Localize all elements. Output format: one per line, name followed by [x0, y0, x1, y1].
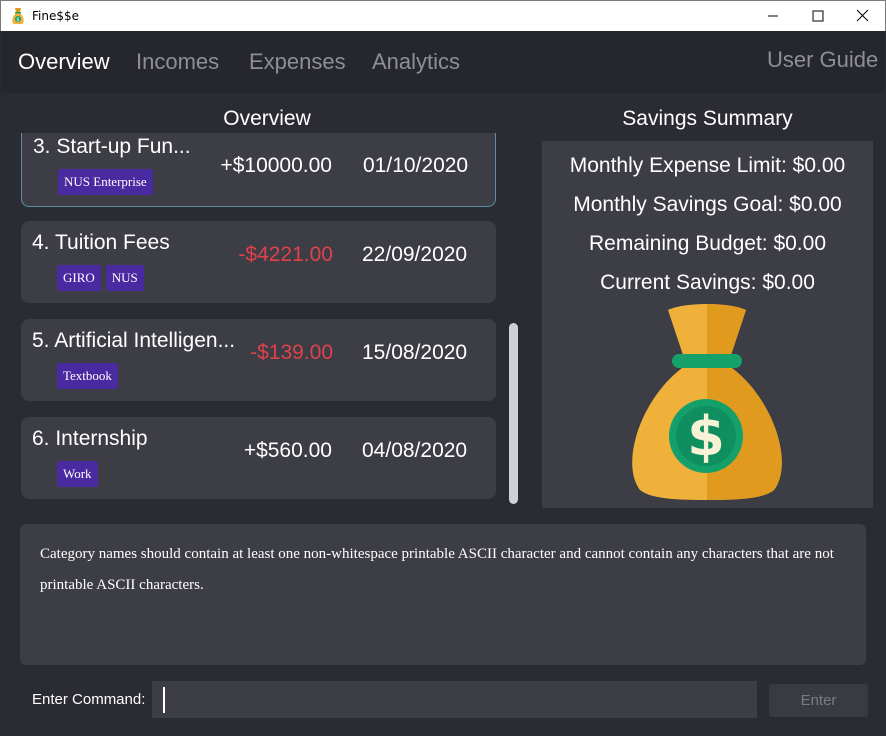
close-button[interactable] [840, 1, 886, 31]
remaining-budget: Remaining Budget: $0.00 [589, 232, 826, 255]
scrollbar-thumb[interactable] [509, 323, 518, 504]
svg-text:$: $ [16, 17, 19, 23]
transaction-card[interactable]: 4. Tuition Fees -$4221.00 22/09/2020 GIR… [21, 221, 496, 303]
tab-bar: Overview Incomes Expenses Analytics User… [1, 31, 885, 93]
command-input[interactable] [152, 681, 757, 718]
text-caret [163, 687, 165, 713]
tag-list: GIRO NUS [57, 265, 144, 291]
app-window: Overview Incomes Expenses Analytics User… [1, 31, 885, 735]
tag-list: NUS Enterprise [58, 169, 153, 195]
money-bag-app-icon: $ [12, 8, 24, 24]
tag-list: Textbook [57, 363, 118, 389]
transaction-card[interactable]: 5. Artificial Intelligen... -$139.00 15/… [21, 319, 496, 401]
category-tag: GIRO [57, 265, 101, 291]
svg-text:$: $ [687, 405, 725, 468]
category-tag: Textbook [57, 363, 118, 389]
user-guide-button[interactable]: User Guide [767, 47, 878, 73]
maximize-icon [812, 10, 824, 22]
savings-summary-panel: Monthly Expense Limit: $0.00 Monthly Sav… [542, 141, 873, 508]
monthly-expense-limit: Monthly Expense Limit: $0.00 [569, 154, 846, 177]
minimize-icon [768, 15, 778, 17]
window-title: Fine$$e [32, 9, 80, 23]
overview-title: Overview [223, 107, 311, 130]
transaction-title: 6. Internship [32, 427, 148, 450]
transaction-title: 4. Tuition Fees [32, 231, 170, 254]
maximize-button[interactable] [795, 1, 841, 31]
transaction-card[interactable]: 6. Internship +$560.00 04/08/2020 Work [21, 417, 496, 499]
window-titlebar: $ Fine$$e [0, 0, 886, 31]
transaction-card[interactable]: 3. Start-up Fun... +$10000.00 01/10/2020… [21, 133, 496, 207]
savings-summary-title: Savings Summary [622, 107, 793, 130]
category-tag: NUS Enterprise [58, 169, 153, 195]
transaction-list[interactable]: 3. Start-up Fun... +$10000.00 01/10/2020… [1, 133, 521, 509]
transaction-date: 04/08/2020 [362, 439, 468, 462]
result-display: Category names should contain at least o… [20, 524, 866, 665]
transaction-amount: -$4221.00 [238, 243, 333, 266]
transaction-date: 22/09/2020 [362, 243, 468, 266]
transaction-title: 3. Start-up Fun... [33, 135, 191, 158]
transaction-date: 01/10/2020 [363, 154, 469, 177]
tab-incomes[interactable]: Incomes [136, 49, 219, 75]
tab-analytics[interactable]: Analytics [372, 49, 460, 75]
command-label: Enter Command: [32, 691, 146, 708]
enter-button[interactable]: Enter [769, 684, 868, 717]
tag-list: Work [57, 461, 98, 487]
transaction-amount: +$10000.00 [220, 154, 332, 177]
minimize-button[interactable] [750, 1, 796, 31]
tab-overview[interactable]: Overview [18, 49, 110, 75]
current-savings: Current Savings: $0.00 [600, 271, 815, 294]
transaction-amount: -$139.00 [250, 341, 333, 364]
money-bag-icon: $ [632, 304, 782, 500]
category-tag: NUS [105, 265, 144, 291]
result-message: Category names should contain at least o… [40, 546, 834, 593]
close-icon [856, 9, 869, 22]
monthly-savings-goal: Monthly Savings Goal: $0.00 [573, 193, 842, 216]
transaction-amount: +$560.00 [243, 439, 332, 462]
transaction-date: 15/08/2020 [362, 341, 468, 364]
tab-expenses[interactable]: Expenses [249, 49, 346, 75]
category-tag: Work [57, 461, 98, 487]
